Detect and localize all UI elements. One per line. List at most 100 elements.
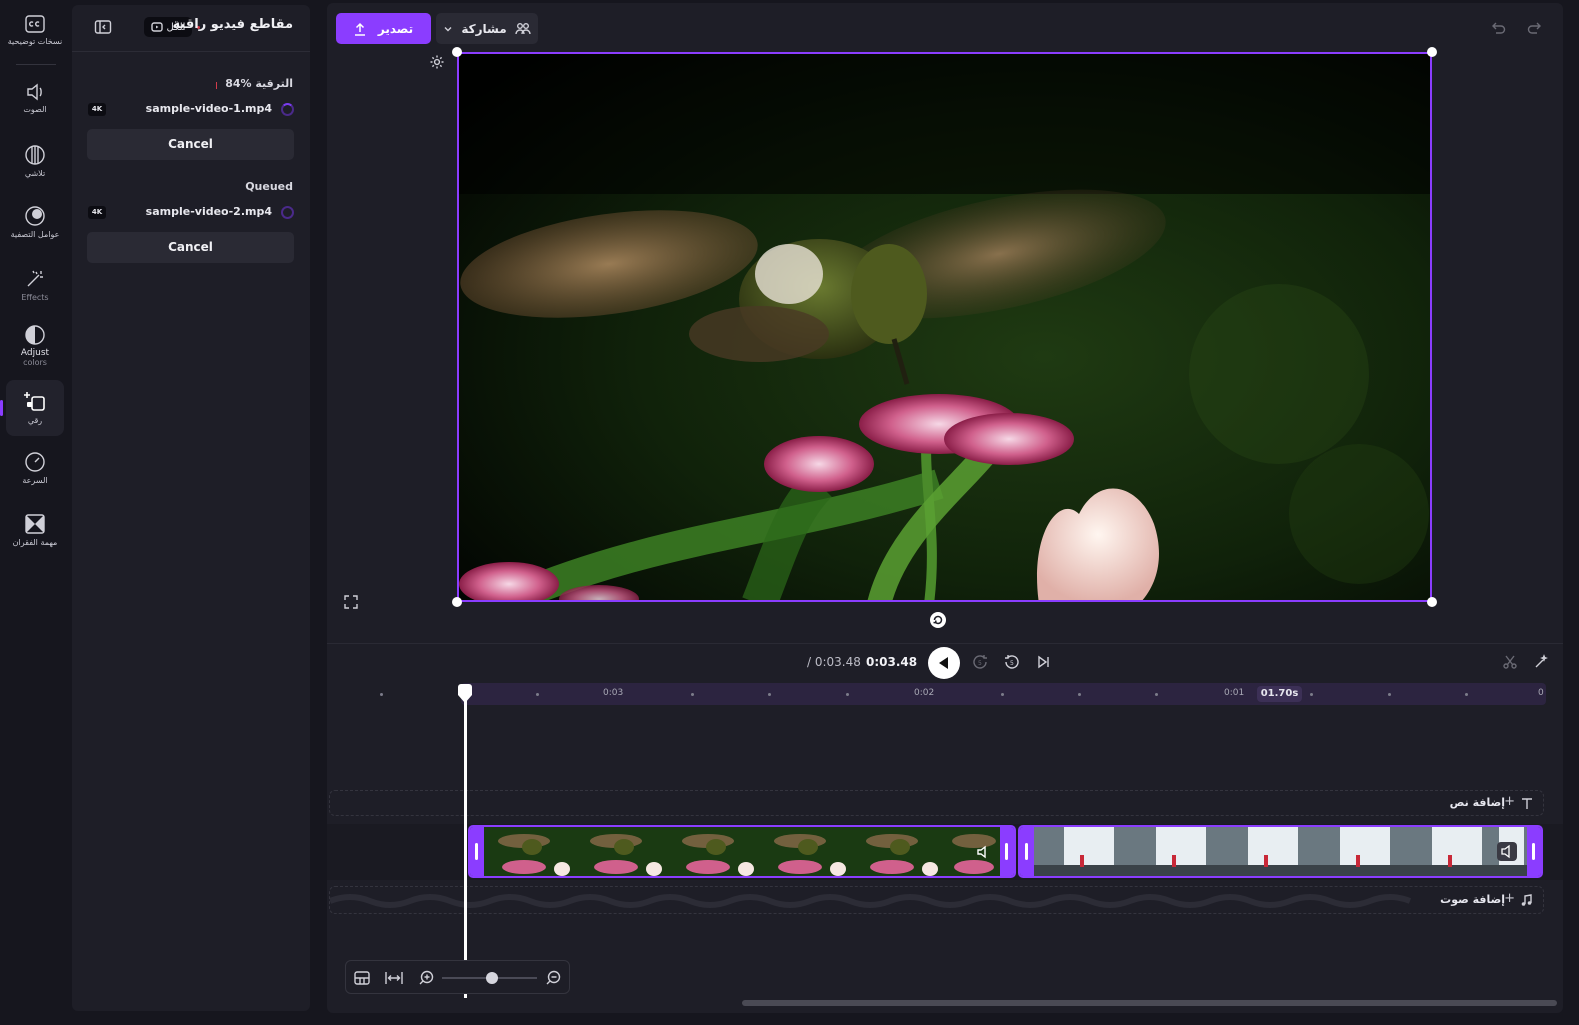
job-status-2: Queued	[245, 180, 293, 193]
upload-icon	[354, 22, 365, 36]
playhead[interactable]	[464, 685, 467, 998]
clip-thumbnail	[1402, 827, 1494, 876]
export-label: تصدير	[377, 21, 414, 36]
playhead-knob[interactable]	[456, 684, 474, 704]
ruler-dot	[1155, 693, 1158, 696]
rail-label-filters: عوامل التصفية	[10, 230, 60, 239]
zoom-out-button[interactable]	[546, 970, 561, 989]
rail-item-captions[interactable]: نسخات توضيحية	[6, 14, 64, 58]
video-clip-hummingbird[interactable]	[468, 825, 1016, 878]
current-time: 0:03.48	[866, 655, 918, 669]
cancel-button-2[interactable]: Cancel	[87, 232, 294, 263]
video-preview[interactable]	[457, 52, 1432, 602]
hummingbird-frame-image	[459, 54, 1430, 600]
export-button[interactable]: تصدير	[336, 13, 431, 44]
fade-icon	[25, 145, 45, 165]
rail-active-indicator	[0, 400, 3, 416]
rail-item-fade[interactable]: تلاشي	[6, 144, 64, 188]
clip-thumbnail	[852, 827, 944, 876]
zoom-out-icon	[546, 970, 561, 985]
undo-icon	[1492, 22, 1506, 34]
clip-trim-handle-right[interactable]	[1000, 827, 1014, 876]
text-icon	[1522, 798, 1532, 809]
clip-trim-handle-left[interactable]	[470, 827, 484, 876]
rail-item-speed[interactable]: السرعة	[6, 451, 64, 495]
undo-button[interactable]	[1490, 20, 1506, 40]
svg-text:5: 5	[1010, 660, 1014, 667]
collapse-panel-button[interactable]	[94, 19, 112, 35]
cancel-button-1[interactable]: Cancel	[87, 129, 294, 160]
fullscreen-button[interactable]	[343, 594, 359, 614]
split-button[interactable]	[1502, 654, 1518, 674]
fit-timeline-button[interactable]	[354, 970, 370, 989]
gear-icon	[430, 55, 444, 69]
scissors-icon	[1503, 655, 1517, 669]
zoom-slider-knob[interactable]	[486, 972, 498, 984]
ruler-dot	[1001, 693, 1004, 696]
rail-item-transition[interactable]: مهمة الفقران	[6, 513, 64, 557]
rail-label-speed: السرعة	[22, 476, 48, 485]
share-button[interactable]: مشاركة	[436, 13, 538, 44]
clip-thumbnail	[484, 827, 576, 876]
audio-track-dropzone[interactable]: إضافة صوت +	[329, 886, 1544, 914]
crop-handle-top-right[interactable]	[1427, 47, 1437, 57]
crop-handle-top-left[interactable]	[452, 47, 462, 57]
ruler-dot	[1310, 693, 1313, 696]
play-button[interactable]	[928, 647, 960, 679]
rail-label-effects: Effects	[21, 293, 49, 302]
rail-label-adjust: Adjust	[20, 348, 50, 358]
zoom-controls	[345, 960, 570, 994]
expand-width-button[interactable]	[385, 970, 403, 989]
rail-item-audio[interactable]: الصوت	[6, 82, 64, 126]
ruler-dot	[691, 693, 694, 696]
resolution-badge: 4K	[88, 103, 106, 116]
ruler-dot	[1465, 693, 1468, 696]
clip-thumbnail	[1218, 827, 1310, 876]
rail-item-upscale[interactable]: رقي	[6, 380, 64, 436]
panel-title: مقاطع فيديو راقية	[172, 17, 293, 32]
zoom-in-button[interactable]	[419, 970, 434, 989]
left-rail: نسخات توضيحية الصوت تلاشي عوامل التصفية …	[0, 0, 70, 1025]
ruler-label-3: 0:03	[603, 688, 624, 698]
magic-button[interactable]	[1533, 654, 1549, 674]
editor-main: تصدير مشاركة 5 5 0:03.48 / 0:03.48 0 0:0…	[327, 3, 1563, 1013]
total-time: / 0:03.48	[807, 655, 861, 669]
crop-handle-bottom-left[interactable]	[452, 597, 462, 607]
rotate-button[interactable]	[929, 611, 947, 633]
forward-5s-button[interactable]: 5	[1003, 653, 1021, 675]
clip-audio-icon	[977, 845, 986, 859]
clip-thumbnail	[576, 827, 668, 876]
ruler-marker: 01.70s	[1257, 686, 1302, 702]
ruler-dot	[768, 693, 771, 696]
skip-to-end-button[interactable]	[1035, 654, 1051, 674]
crop-handle-bottom-right[interactable]	[1427, 597, 1437, 607]
text-track-dropzone[interactable]: إضافة نص +	[329, 790, 1544, 816]
clip-trim-handle-right[interactable]	[1527, 827, 1541, 876]
playhead-handle-icon	[458, 684, 472, 703]
ruler-dot	[1388, 693, 1391, 696]
chevron-down-icon	[444, 26, 452, 31]
horizontal-scrollbar[interactable]	[742, 1000, 1557, 1006]
rail-item-filters[interactable]: عوامل التصفية	[6, 205, 64, 249]
ruler-dot	[380, 693, 383, 696]
plus-icon: +	[1504, 891, 1515, 906]
clip-thumbnail	[1034, 827, 1126, 876]
progress-spinner-icon	[281, 103, 294, 116]
video-track	[468, 825, 1543, 878]
rail-item-adjust-colors[interactable]: Adjust colors	[6, 324, 64, 372]
ruler-label-2: 0:02	[914, 688, 935, 698]
back-5s-button[interactable]: 5	[971, 653, 989, 675]
rail-label-upscale: رقي	[27, 416, 43, 425]
rail-label-captions: نسخات توضيحية	[7, 37, 63, 46]
rail-item-effects[interactable]: Effects	[6, 268, 64, 312]
redo-button[interactable]	[1527, 20, 1543, 40]
stage-settings-button[interactable]	[429, 54, 445, 74]
speed-icon	[25, 452, 45, 472]
clip-thumbnail	[1126, 827, 1218, 876]
clip-audio-button[interactable]	[1497, 842, 1517, 861]
transition-icon	[25, 514, 45, 534]
ruler-label-0: 0	[1538, 688, 1544, 698]
video-clip-waterfall[interactable]	[1018, 825, 1543, 878]
clip-trim-handle-left[interactable]	[1020, 827, 1034, 876]
job-row-2: 4K sample-video-2.mp4	[72, 204, 310, 222]
